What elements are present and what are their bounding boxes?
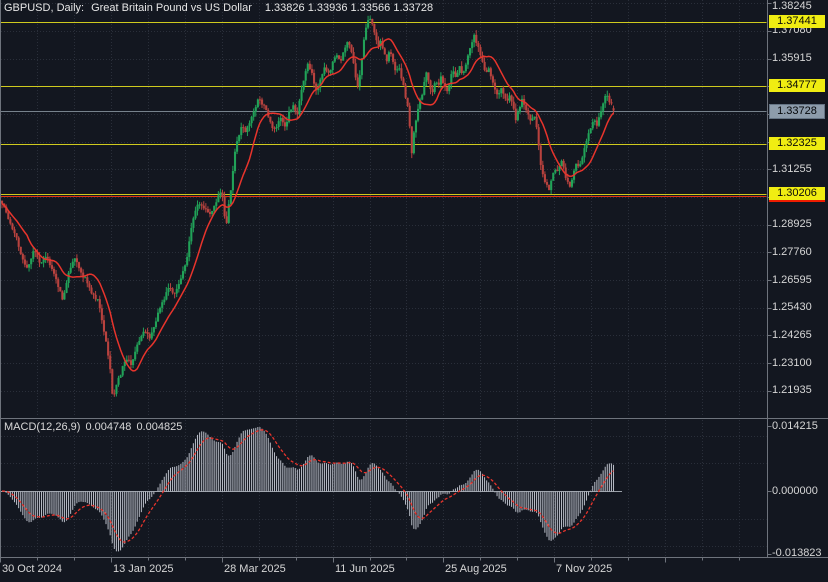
price-level-badge: 1.34777 [769,79,825,92]
price-axis-label: 1.31255 [772,163,812,176]
time-axis[interactable]: 30 Oct 2024 13 Jan 2025 28 Mar 2025 11 Jun … [0,557,828,582]
macd-indicator-title: MACD(12,26,9) 0.004748 0.004825 [4,421,184,433]
price-level-badge: 1.37441 [769,15,825,28]
price-axis-label: 1.26595 [772,274,812,287]
price-axis-label: 1.35915 [772,52,812,65]
price-axis-label: 1.21935 [772,384,812,397]
macd-indicator-label: MACD(12,26,9) [4,421,80,433]
mt5-chart-window: GBPUSD, Daily: Great Britain Pound vs US … [0,0,828,582]
price-level-badge: 1.30206 [769,187,825,202]
price-axis[interactable]: 1.382451.370801.359151.312551.289251.277… [768,0,828,557]
chart-canvas[interactable] [0,0,828,582]
time-axis-label: 7 Nov 2025 [556,563,612,576]
bid-price-badge: 1.33728 [769,104,825,119]
macd-main-value: 0.004748 [85,421,131,433]
price-axis-label: 1.28925 [772,218,812,231]
ohlc-values: 1.33826 1.33936 1.33566 1.33728 [265,2,433,14]
price-axis-label: 1.38245 [772,0,812,13]
price-level-badge: 1.32325 [769,137,825,150]
time-axis-label: 28 Mar 2025 [224,563,286,576]
price-axis-label: 1.23100 [772,357,812,370]
symbol-description-label: Great Britain Pound vs US Dollar [91,2,252,14]
price-axis-label: 1.27760 [772,246,812,259]
time-axis-label: 30 Oct 2024 [2,563,62,576]
time-axis-label: 11 Jun 2025 [335,563,395,576]
macd-axis-label: 0.000000 [772,485,818,498]
symbol-period-label: GBPUSD, Daily: [4,2,84,14]
price-axis-label: 1.25430 [772,301,812,314]
macd-axis-label: 0.014215 [772,420,818,433]
chart-title: GBPUSD, Daily: Great Britain Pound vs US … [4,2,433,14]
time-axis-label: 13 Jan 2025 [113,563,174,576]
time-axis-label: 25 Aug 2025 [445,563,507,576]
macd-signal-value: 0.004825 [136,421,182,433]
price-axis-label: 1.24265 [772,329,812,342]
